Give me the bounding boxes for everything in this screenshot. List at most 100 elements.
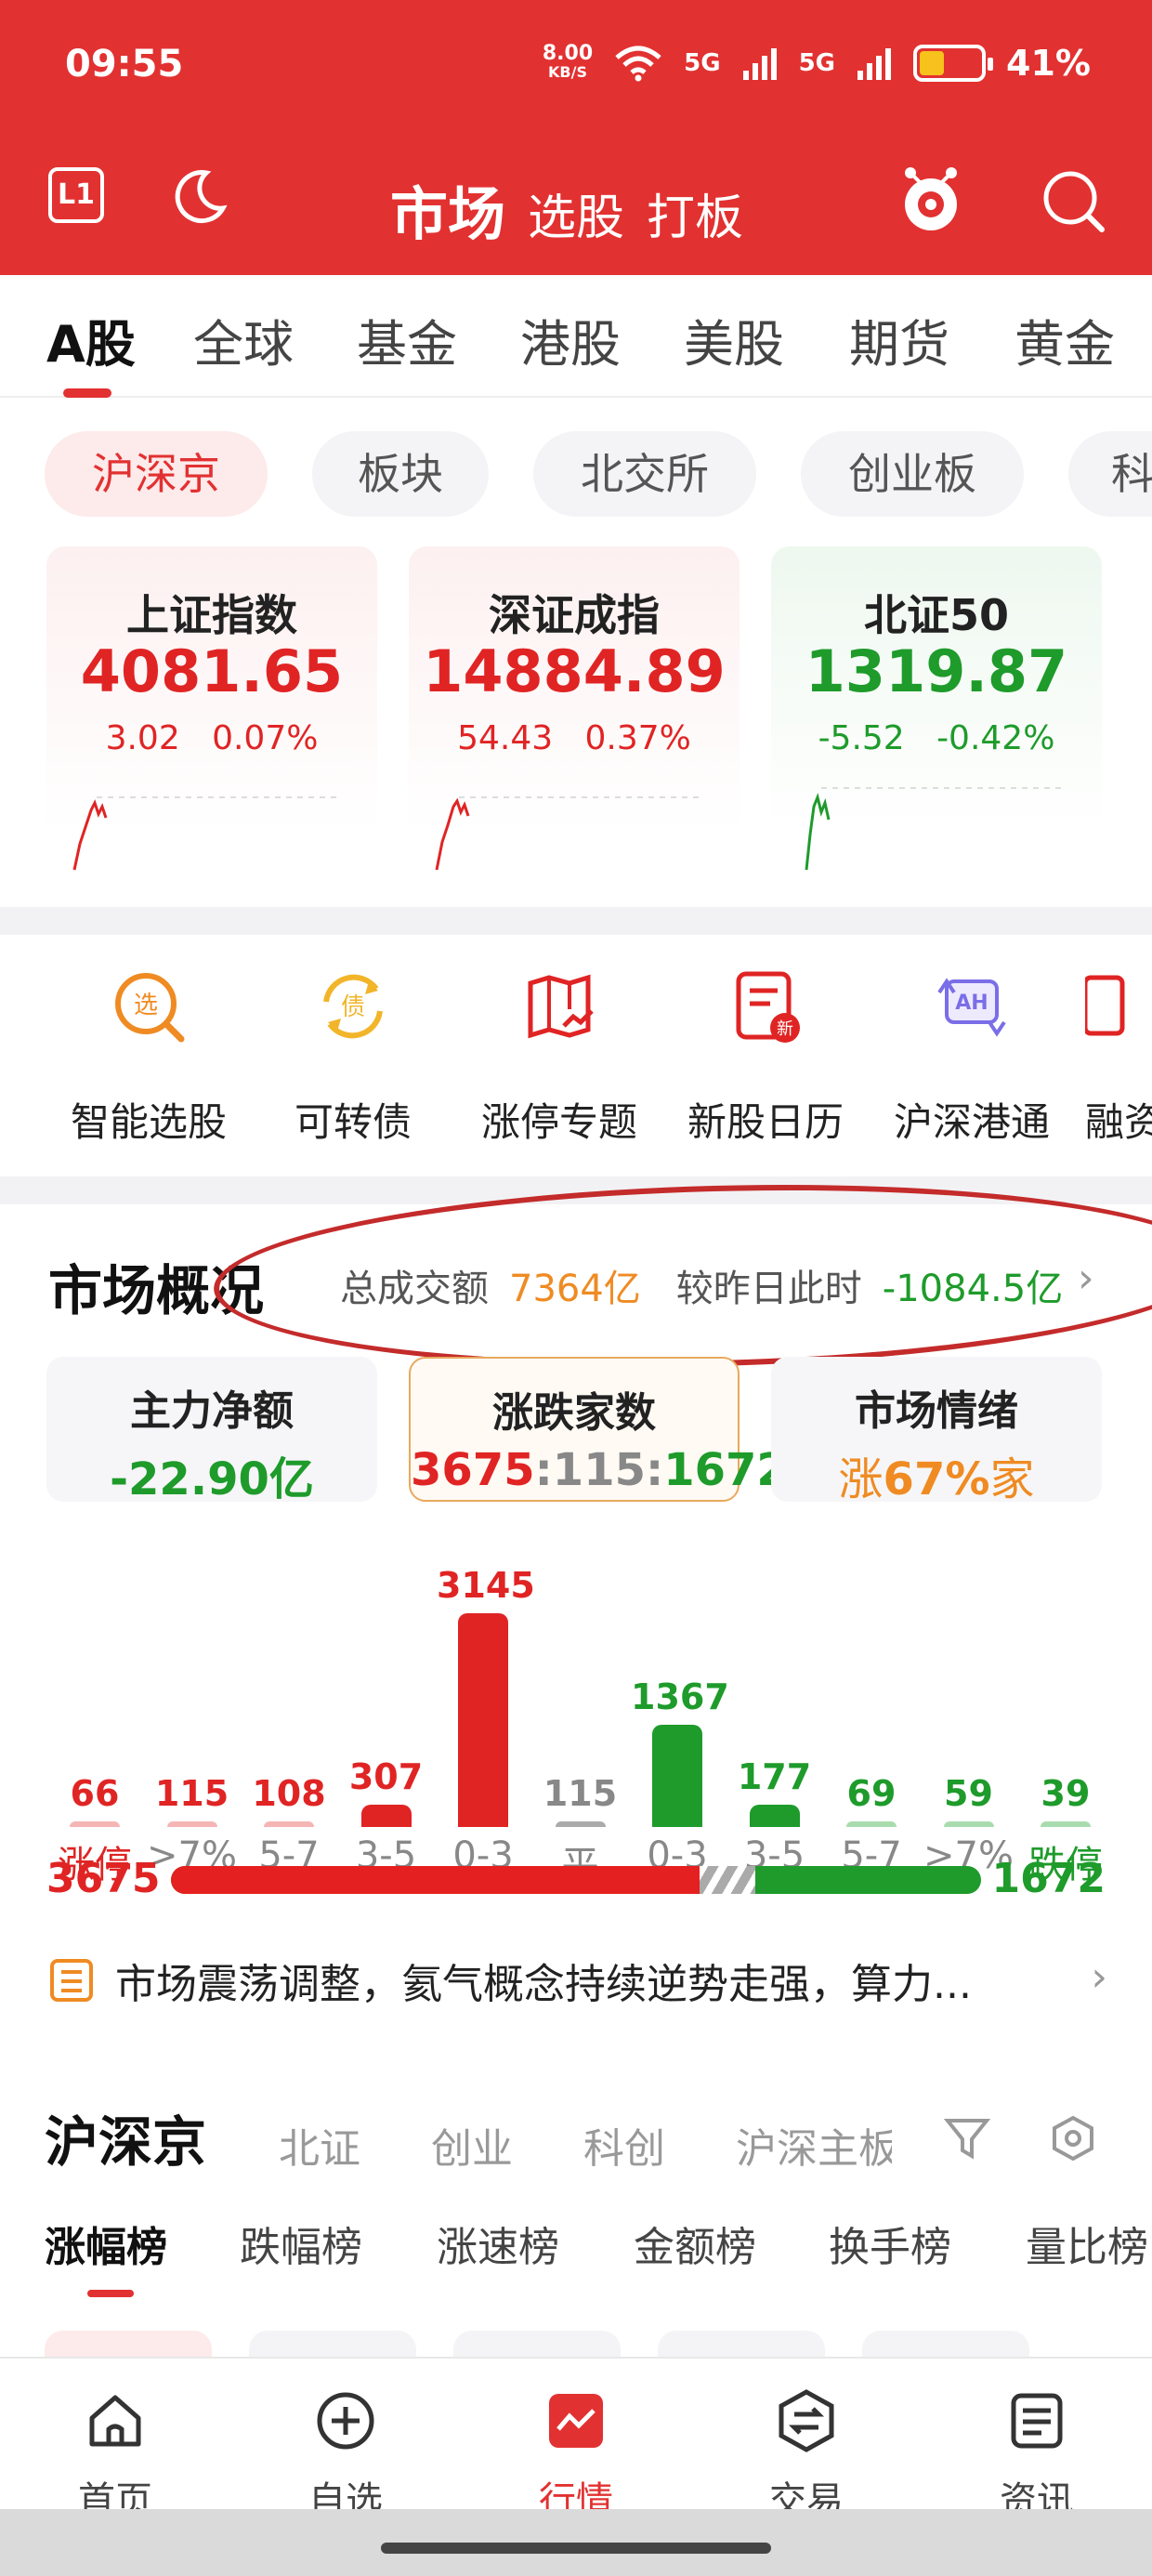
market-news-ticker[interactable]: 市场震荡调整，氦气概念持续逆势走强，算力... › [48, 1948, 1107, 2013]
distribution-bar-value: 115 [154, 1773, 229, 1814]
nav-market[interactable]: 行情 [492, 2388, 660, 2524]
index-sparkline [805, 787, 1063, 871]
night-mode-moon-icon[interactable] [169, 167, 229, 227]
distribution-bar-value: 69 [846, 1773, 897, 1814]
l1-level-icon[interactable]: L1 [48, 167, 104, 223]
chip-shanghai-shenzhen-beijing[interactable]: 沪深京 [45, 431, 268, 517]
index-card-sse[interactable]: 上证指数 4081.65 3.02 0.07% [46, 546, 377, 881]
distribution-bar-value: 177 [737, 1756, 812, 1797]
nav-watchlist[interactable]: 自选 [262, 2388, 429, 2524]
tab-fastest-rising[interactable]: 涨速榜 [437, 2214, 559, 2273]
ranking-market-title[interactable]: 沪深京 [45, 2098, 206, 2176]
tool-ipo-calendar[interactable]: 新 新股日历 [673, 965, 858, 1148]
ranking-sub-chinext[interactable]: 创业 [431, 2115, 513, 2175]
tab-a-shares[interactable]: A股 [46, 303, 136, 376]
flat-count: 115 [552, 1444, 646, 1496]
margin-trading-icon [1082, 975, 1125, 1036]
settings-icon[interactable] [1050, 2115, 1096, 2162]
header-title-group: 市场 选股 打板 [390, 167, 743, 251]
status-bar-right: 8.00 KB/S 5G 5G 41% [543, 43, 1091, 84]
index-change-value: 54.43 [457, 719, 554, 757]
chip-bse[interactable]: 北交所 [533, 431, 756, 517]
main-net-flow-card[interactable]: 主力净额 -22.90亿 [46, 1357, 377, 1505]
chip-star-market[interactable]: 科 [1068, 431, 1152, 517]
home-indicator[interactable] [381, 2543, 771, 2554]
advance-decline-card[interactable]: 涨跌家数 3675:115:1672 [409, 1357, 788, 1502]
search-icon[interactable] [1041, 168, 1106, 233]
distribution-bar [846, 1821, 897, 1827]
ranking-sub-star[interactable]: 科创 [583, 2115, 665, 2175]
tab-top-losers[interactable]: 跌幅榜 [240, 2214, 362, 2273]
separator: : [534, 1444, 553, 1496]
tab-global[interactable]: 全球 [193, 303, 294, 376]
chevron-right-icon[interactable]: › [1091, 1953, 1107, 2001]
advance-decline-ratio-bar [171, 1866, 981, 1894]
quick-tools-panel: 选 智能选股 债 可转债 涨停专题 新 新股日历 AH 沪深港通 融资 [0, 935, 1152, 1176]
home-icon [89, 2395, 141, 2447]
tab-turnover-amount[interactable]: 金额榜 [634, 2214, 756, 2273]
tab-volume-ratio[interactable]: 量比榜 [1026, 2214, 1152, 2273]
tool-margin-trading[interactable]: 融资 [1082, 965, 1152, 1148]
nav-home[interactable]: 首页 [32, 2388, 199, 2524]
tool-label: 新股日历 [687, 1099, 844, 1145]
news-icon [1011, 2393, 1063, 2449]
trade-exchange-icon [779, 2389, 834, 2452]
distribution-bar-value: 108 [252, 1773, 326, 1814]
stock-connect-icon: AH [937, 978, 1006, 1037]
index-card-szse[interactable]: 深证成指 14884.89 54.43 0.37% [409, 546, 740, 881]
ranking-sub-main-board[interactable]: 沪深主板 [736, 2115, 892, 2175]
distribution-bar [458, 1613, 508, 1827]
market-chart-icon [549, 2394, 603, 2448]
tool-limit-up-topics[interactable]: 涨停专题 [466, 965, 652, 1148]
market-sentiment-card[interactable]: 市场情绪 涨67%家 [771, 1357, 1102, 1505]
tab-futures[interactable]: 期货 [849, 303, 949, 376]
stat-label: 市场情绪 [855, 1387, 1018, 1435]
ratio-divider [700, 1866, 756, 1894]
tool-label: 涨停专题 [480, 1099, 637, 1145]
assistant-robot-icon[interactable] [897, 165, 964, 236]
document-icon [50, 1959, 93, 2002]
header-left-icons: L1 [48, 167, 229, 227]
distribution-bar [264, 1821, 314, 1827]
tool-convertible-bonds[interactable]: 债 可转债 [260, 965, 446, 1148]
tab-top-gainers[interactable]: 涨幅榜 [45, 2214, 167, 2273]
ranking-sub-bse[interactable]: 北证 [279, 2115, 360, 2175]
stock-picking-link[interactable]: 选股 [528, 178, 624, 248]
up-count: 3675 [411, 1444, 535, 1496]
index-change-pct: 0.07% [212, 719, 319, 757]
battery-percent: 41% [1006, 43, 1091, 84]
tab-hk-stocks[interactable]: 港股 [520, 303, 621, 376]
nav-news[interactable]: 资讯 [953, 2388, 1120, 2524]
limit-up-link[interactable]: 打板 [647, 178, 743, 248]
net-speed-value: 8.00 [542, 42, 594, 65]
market-overview-panel: 市场概况 总成交额 7364亿 较昨日此时 -1084.5亿 › 主力净额 -22.9… [0, 1172, 1152, 2041]
signal-bars-icon [742, 48, 777, 80]
smart-picker-icon: 选 [115, 973, 185, 1043]
sentiment-prefix: 涨 [838, 1453, 884, 1505]
index-name: 深证成指 [489, 590, 660, 640]
index-change: 54.43 0.37% [409, 719, 740, 757]
tab-turnover-rate[interactable]: 换手榜 [829, 2214, 951, 2273]
distribution-bar [70, 1821, 120, 1827]
index-value: 4081.65 [80, 637, 344, 705]
nav-trade[interactable]: 交易 [723, 2388, 890, 2524]
tab-gold[interactable]: 黄金 [1015, 303, 1115, 376]
filter-icon[interactable] [944, 2115, 990, 2162]
distribution-bar-value: 3145 [437, 1565, 535, 1606]
ratio-down-count: 1672 [991, 1855, 1106, 1902]
convertible-bond-icon: 债 [323, 974, 383, 1039]
page-title[interactable]: 市场 [390, 167, 505, 251]
add-circle-icon [317, 2392, 374, 2450]
index-sparkline [72, 796, 338, 871]
distribution-bar [1041, 1821, 1091, 1827]
distribution-bar [166, 1821, 217, 1827]
chip-chinext[interactable]: 创业板 [801, 431, 1024, 517]
tool-stock-connect[interactable]: AH 沪深港通 [879, 965, 1065, 1148]
distribution-bar-value: 307 [348, 1756, 424, 1797]
tool-smart-picker[interactable]: 选 智能选股 [56, 965, 242, 1148]
distribution-bar-value: 1367 [631, 1676, 729, 1717]
index-card-bse50[interactable]: 北证50 1319.87 -5.52 -0.42% [771, 546, 1102, 881]
tab-us-stocks[interactable]: 美股 [684, 303, 784, 376]
chip-sectors[interactable]: 板块 [312, 431, 489, 517]
tab-funds[interactable]: 基金 [357, 303, 457, 376]
